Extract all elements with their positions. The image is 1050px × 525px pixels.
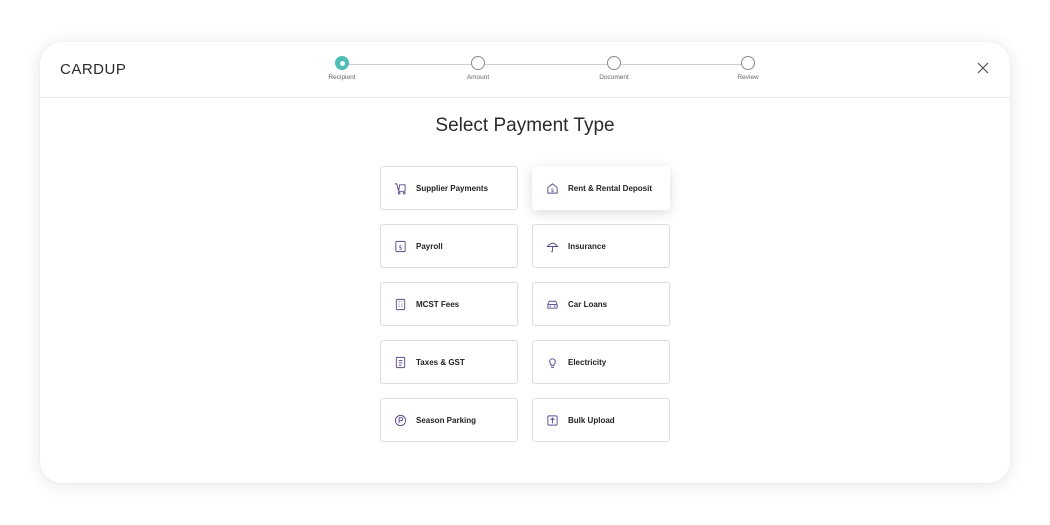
step-recipient: Recipient bbox=[302, 56, 382, 81]
step-label: Document bbox=[599, 74, 629, 81]
stepper-line bbox=[342, 64, 748, 65]
step-indicator-active bbox=[335, 56, 349, 70]
payment-type-car-loans[interactable]: Car Loans bbox=[532, 282, 670, 326]
payment-type-label: Insurance bbox=[568, 241, 606, 251]
step-label: Amount bbox=[466, 74, 490, 81]
progress-stepper: Recipient Amount Document Review bbox=[328, 56, 759, 90]
payment-type-label: Season Parking bbox=[416, 415, 477, 425]
payment-type-label: Taxes & GST bbox=[416, 357, 465, 367]
payment-type-modal: CARDUP Recipient Amount Document Review bbox=[40, 42, 1010, 483]
building-icon bbox=[394, 298, 407, 311]
parking-icon bbox=[394, 414, 407, 427]
payment-type-label: Car Loans bbox=[568, 299, 608, 309]
payment-type-label: MCST Fees bbox=[416, 299, 460, 309]
lightbulb-icon bbox=[546, 356, 559, 369]
payment-type-mcst-fees[interactable]: MCST Fees bbox=[380, 282, 518, 326]
document-icon bbox=[394, 356, 407, 369]
payslip-icon: $ bbox=[394, 240, 407, 253]
house-dollar-icon: $ bbox=[546, 182, 559, 195]
payment-type-insurance[interactable]: Insurance bbox=[532, 224, 670, 268]
payment-type-season-parking[interactable]: Season Parking bbox=[380, 398, 518, 442]
payment-type-payroll[interactable]: $ Payroll bbox=[380, 224, 518, 268]
step-document: Document bbox=[574, 56, 654, 81]
payment-type-label: Payroll bbox=[416, 241, 443, 251]
payment-type-label: Rent & Rental Deposit bbox=[568, 183, 653, 193]
svg-text:$: $ bbox=[398, 243, 402, 251]
page-title: Select Payment Type bbox=[435, 115, 615, 136]
step-review: Review bbox=[708, 56, 788, 81]
payment-type-bulk-upload[interactable]: Bulk Upload bbox=[532, 398, 670, 442]
svg-text:$: $ bbox=[551, 187, 555, 193]
modal-header: CARDUP Recipient Amount Document Review bbox=[40, 42, 1010, 98]
step-indicator bbox=[607, 56, 621, 70]
step-indicator bbox=[471, 56, 485, 70]
payment-type-taxes-gst[interactable]: Taxes & GST bbox=[380, 340, 518, 384]
step-label: Recipient bbox=[328, 74, 356, 81]
cardup-logo[interactable]: CARDUP bbox=[60, 61, 126, 78]
step-amount: Amount bbox=[438, 56, 518, 81]
umbrella-icon bbox=[546, 240, 559, 253]
payment-type-supplier-payments[interactable]: Supplier Payments bbox=[380, 166, 518, 210]
payment-type-label: Electricity bbox=[568, 357, 607, 367]
payment-type-rent-rental-deposit[interactable]: $ Rent & Rental Deposit bbox=[532, 166, 670, 210]
payment-type-label: Supplier Payments bbox=[416, 183, 489, 193]
car-icon bbox=[546, 298, 559, 311]
trolley-icon bbox=[394, 182, 407, 195]
payment-type-label: Bulk Upload bbox=[568, 415, 615, 425]
step-indicator bbox=[741, 56, 755, 70]
upload-icon bbox=[546, 414, 559, 427]
payment-type-electricity[interactable]: Electricity bbox=[532, 340, 670, 384]
step-label: Review bbox=[737, 74, 759, 81]
close-icon[interactable] bbox=[976, 61, 990, 75]
